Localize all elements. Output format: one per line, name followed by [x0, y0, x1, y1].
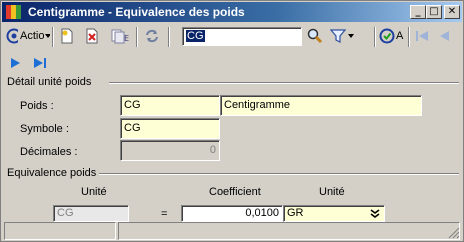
navigation-toolbar — [2, 51, 462, 73]
equivalence-group-divider — [99, 173, 459, 175]
search-icon — [307, 28, 323, 44]
status-bar — [2, 220, 462, 241]
status-pane — [118, 222, 460, 240]
last-record-icon — [34, 58, 46, 68]
actions-icon — [6, 28, 19, 44]
detail-group-divider — [109, 82, 459, 84]
refresh-button[interactable] — [142, 25, 162, 47]
filter-icon — [330, 29, 346, 43]
next-record-button[interactable] — [6, 52, 26, 74]
search-button[interactable] — [304, 25, 326, 47]
app-icon — [6, 5, 22, 19]
svg-text:E: E — [124, 34, 129, 43]
filter-label: A — [396, 30, 404, 42]
column-header-unite-from: Unité — [81, 186, 107, 198]
to-unit-dropdown-button[interactable] — [367, 207, 383, 220]
detail-group-title: Détail unité poids — [7, 76, 92, 88]
resize-grip-icon[interactable] — [448, 227, 460, 239]
poids-label: Poids : — [20, 100, 54, 112]
search-input[interactable]: CG — [182, 27, 302, 46]
toolbar-separator — [136, 27, 138, 47]
double-chevron-down-icon — [370, 208, 380, 218]
to-unit-value: GR — [287, 207, 304, 219]
window: Centigramme - Equivalence des poids _ □ … — [0, 0, 464, 242]
column-header-unite-to: Unité — [319, 186, 345, 198]
toolbar: Actio E CG A — [2, 23, 462, 51]
symbole-field[interactable]: CG — [120, 118, 220, 139]
poids-code-field[interactable]: CG — [120, 95, 220, 116]
decimales-field: 0 — [120, 140, 220, 161]
new-document-icon — [61, 28, 73, 44]
delete-icon — [86, 28, 98, 44]
poids-name-field[interactable]: Centigramme — [220, 95, 422, 116]
window-title: Centigramme - Equivalence des poids — [28, 5, 245, 19]
title-bar[interactable]: Centigramme - Equivalence des poids _ □ … — [2, 2, 462, 22]
export-button[interactable]: E — [108, 25, 132, 47]
first-record-icon — [416, 31, 428, 41]
decimales-label: Décimales : — [20, 146, 78, 158]
column-header-coefficient: Coefficient — [209, 186, 261, 198]
toolbar-separator — [52, 27, 54, 47]
next-record-icon — [11, 58, 20, 68]
filter-active-button[interactable]: A — [379, 25, 405, 47]
chevron-down-icon — [348, 34, 354, 38]
actions-button[interactable]: Actio — [6, 25, 50, 47]
equals-sign: = — [161, 208, 168, 220]
symbole-label: Symbole : — [20, 123, 69, 135]
search-value: CG — [186, 30, 205, 42]
toolbar-separator — [408, 27, 410, 47]
previous-record-button[interactable] — [434, 25, 454, 47]
refresh-icon — [146, 29, 158, 43]
delete-button[interactable] — [82, 25, 102, 47]
last-record-button[interactable] — [30, 52, 50, 74]
status-pane — [4, 222, 116, 240]
previous-record-icon — [440, 31, 449, 41]
minimize-button[interactable]: _ — [410, 5, 426, 19]
actions-label: Actio — [20, 30, 45, 42]
close-button[interactable]: ✕ — [444, 5, 460, 19]
equivalence-group-title: Equivalence poids — [7, 167, 97, 179]
toolbar-separator — [168, 27, 170, 47]
maximize-button[interactable]: □ — [426, 5, 442, 19]
new-button[interactable] — [57, 25, 77, 47]
export-icon: E — [111, 29, 129, 44]
toolbar-separator — [374, 27, 376, 47]
first-record-button[interactable] — [412, 25, 432, 47]
chevron-down-icon — [45, 34, 50, 38]
target-icon — [379, 28, 395, 44]
filter-button[interactable] — [330, 25, 354, 47]
